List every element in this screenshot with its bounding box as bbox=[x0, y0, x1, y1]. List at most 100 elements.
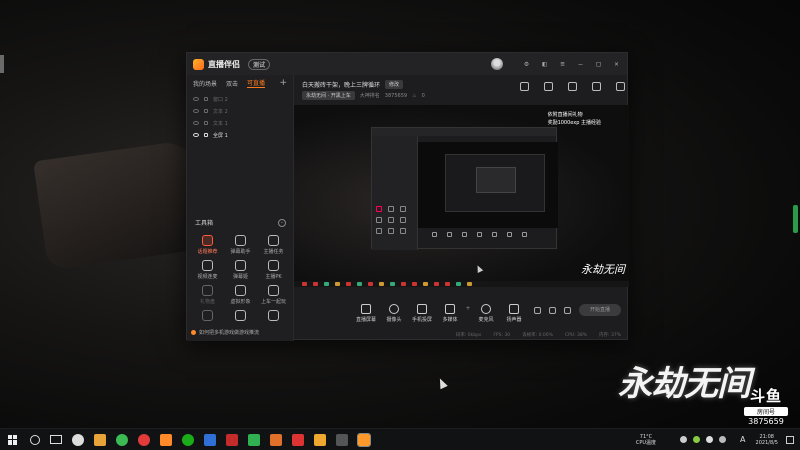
tray-up-icon[interactable] bbox=[680, 436, 688, 443]
control-label: 麦克风 bbox=[478, 317, 494, 323]
live-preview[interactable]: 依附直播间礼物 奖励1000exp 主播经验 永劫无间 bbox=[294, 105, 629, 281]
tab-double-click[interactable]: 双击 bbox=[226, 79, 238, 88]
folder-icon[interactable] bbox=[94, 433, 106, 446]
tool-icon bbox=[268, 285, 279, 296]
notification-icon[interactable] bbox=[786, 435, 794, 444]
network-icon[interactable] bbox=[706, 436, 714, 443]
app-icon[interactable] bbox=[270, 433, 282, 446]
add-scene-icon[interactable]: + bbox=[279, 78, 287, 88]
music-icon[interactable] bbox=[138, 433, 150, 446]
app-icon[interactable] bbox=[204, 433, 216, 446]
speaker-button[interactable]: 扬声器 bbox=[500, 304, 528, 323]
minimize-icon[interactable]: – bbox=[576, 60, 585, 69]
tray-app-icon[interactable] bbox=[693, 436, 701, 443]
top-toolbar bbox=[520, 82, 625, 91]
tool-item[interactable]: 礼物盘 bbox=[191, 285, 224, 305]
fans-count: 0 bbox=[421, 92, 425, 99]
desktop-side-widget[interactable] bbox=[793, 205, 798, 233]
tool-icon bbox=[202, 285, 213, 296]
eye-icon[interactable] bbox=[193, 97, 199, 101]
tool-item[interactable]: 话题推荐 bbox=[191, 235, 224, 255]
overlay-line-1: 依附直播间礼物 bbox=[547, 112, 583, 118]
beta-badge: 测试 bbox=[248, 58, 271, 70]
app-icon[interactable] bbox=[226, 433, 238, 446]
app-icon[interactable] bbox=[336, 433, 348, 446]
eye-icon[interactable] bbox=[549, 307, 556, 314]
live-companion-active-icon[interactable] bbox=[357, 432, 371, 447]
lock-icon[interactable] bbox=[204, 97, 208, 101]
lock-icon[interactable] bbox=[204, 121, 208, 125]
eye-icon[interactable] bbox=[193, 133, 199, 137]
eye-icon[interactable] bbox=[193, 121, 199, 125]
cpu-temperature[interactable]: 71°C CPU温度 bbox=[636, 434, 656, 446]
collapse-icon[interactable]: – bbox=[278, 218, 286, 227]
scene-item[interactable]: 窗口 2 bbox=[193, 93, 287, 105]
screen-capture-button[interactable]: 直播屏幕 bbox=[352, 304, 380, 323]
tool-icon bbox=[235, 285, 246, 296]
settings-icon[interactable] bbox=[564, 307, 571, 314]
lock-icon[interactable] bbox=[204, 109, 208, 113]
control-label: 摄像头 bbox=[386, 317, 402, 323]
tool-item[interactable]: 弹幕助手 bbox=[224, 235, 257, 255]
record-icon[interactable] bbox=[534, 307, 541, 314]
phone-cast-button[interactable]: 手机投屏 bbox=[408, 304, 436, 323]
scene-item[interactable]: 文本 2 bbox=[193, 105, 287, 117]
help-tip[interactable]: 如何把多机游戏做游戏推流 bbox=[191, 329, 259, 336]
tool-item[interactable]: 主播任务 bbox=[257, 235, 290, 255]
preview-overlay-text: 依附直播间礼物 奖励1000exp 主播经验 bbox=[548, 111, 601, 127]
media-button[interactable]: 多媒体 bbox=[436, 304, 464, 323]
tool-item[interactable]: 虚拟形象 bbox=[224, 285, 257, 305]
layout-icon[interactable] bbox=[520, 82, 529, 91]
tool-item[interactable] bbox=[224, 310, 257, 321]
tool-item[interactable]: 弹幕姬 bbox=[224, 260, 257, 280]
tool-icon bbox=[268, 260, 279, 271]
toolbox-grid: 话题推荐 弹幕助手 主播任务 视频连麦 弹幕姬 主播PK 礼物盘 虚拟形象 上车… bbox=[191, 235, 290, 321]
close-icon[interactable]: ✕ bbox=[612, 60, 621, 69]
app-icon[interactable] bbox=[292, 433, 304, 446]
bell-icon[interactable] bbox=[592, 82, 601, 91]
clock[interactable]: 21:08 2021/8/5 bbox=[756, 434, 778, 446]
task-view-icon[interactable] bbox=[50, 435, 62, 444]
settings-icon[interactable]: ⚙ bbox=[522, 60, 531, 69]
app-icon[interactable] bbox=[314, 433, 326, 446]
skin-icon[interactable]: ◧ bbox=[540, 60, 549, 69]
tool-item[interactable]: 上车一起玩 bbox=[257, 285, 290, 305]
tool-item[interactable]: 视频连麦 bbox=[191, 260, 224, 280]
scene-label: 文本 1 bbox=[213, 120, 228, 127]
scene-item[interactable]: 文本 1 bbox=[193, 117, 287, 129]
game-logo: 永劫无间 bbox=[618, 364, 751, 404]
lock-icon[interactable] bbox=[544, 82, 553, 91]
tool-item[interactable]: 主播PK bbox=[257, 260, 290, 280]
background-rock bbox=[33, 139, 207, 271]
tab-my-scenes[interactable]: 我的场景 bbox=[193, 79, 217, 88]
tool-item[interactable] bbox=[257, 310, 290, 321]
windows-start-icon[interactable] bbox=[8, 434, 18, 445]
copy-icon[interactable] bbox=[568, 82, 577, 91]
edit-title-button[interactable]: 修改 bbox=[385, 80, 404, 89]
add-icon[interactable]: + bbox=[464, 305, 472, 312]
search-icon[interactable] bbox=[30, 434, 40, 445]
browser-icon[interactable] bbox=[116, 433, 128, 446]
scene-item[interactable]: 全屏 1 bbox=[193, 129, 287, 141]
live-companion-icon[interactable] bbox=[160, 433, 172, 446]
tab-live[interactable]: 可直播 bbox=[247, 78, 266, 88]
mic-button[interactable]: 麦克风 bbox=[472, 304, 500, 323]
camera-button[interactable]: 摄像头 bbox=[380, 304, 408, 323]
nested-preview-inner bbox=[445, 154, 545, 212]
share-icon[interactable] bbox=[616, 82, 625, 91]
start-live-button[interactable]: 开始直播 bbox=[579, 304, 621, 316]
wechat-icon[interactable] bbox=[182, 433, 194, 446]
app-icon[interactable] bbox=[72, 433, 84, 446]
category-chip[interactable]: 永劫无间 · 开黑上车 bbox=[302, 91, 355, 100]
tool-item[interactable] bbox=[191, 310, 224, 321]
user-avatar[interactable] bbox=[491, 58, 503, 70]
toolbox-title: 工具箱 bbox=[195, 220, 214, 227]
menu-icon[interactable]: ≡ bbox=[558, 60, 567, 69]
tool-icon bbox=[202, 260, 213, 271]
eye-icon[interactable] bbox=[193, 109, 199, 113]
volume-icon[interactable] bbox=[719, 436, 727, 443]
ime-indicator[interactable]: A bbox=[740, 435, 745, 444]
app-icon[interactable] bbox=[248, 433, 260, 446]
maximize-icon[interactable]: □ bbox=[594, 60, 603, 69]
lock-icon[interactable] bbox=[204, 133, 208, 137]
